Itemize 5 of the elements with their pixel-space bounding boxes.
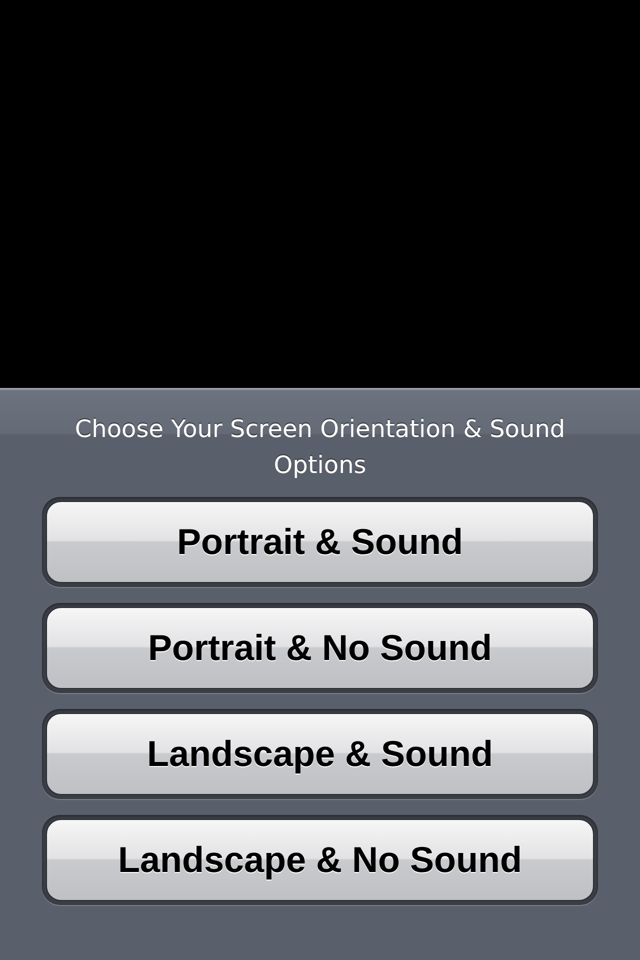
option-button[interactable]: Landscape & No Sound bbox=[46, 819, 594, 901]
option-button[interactable]: Portrait & No Sound bbox=[46, 607, 594, 689]
option-button[interactable]: Landscape & Sound bbox=[46, 713, 594, 795]
sheet-title: Choose Your Screen Orientation & Sound Options bbox=[74, 414, 566, 481]
option-button[interactable]: Portrait & Sound bbox=[46, 501, 594, 583]
